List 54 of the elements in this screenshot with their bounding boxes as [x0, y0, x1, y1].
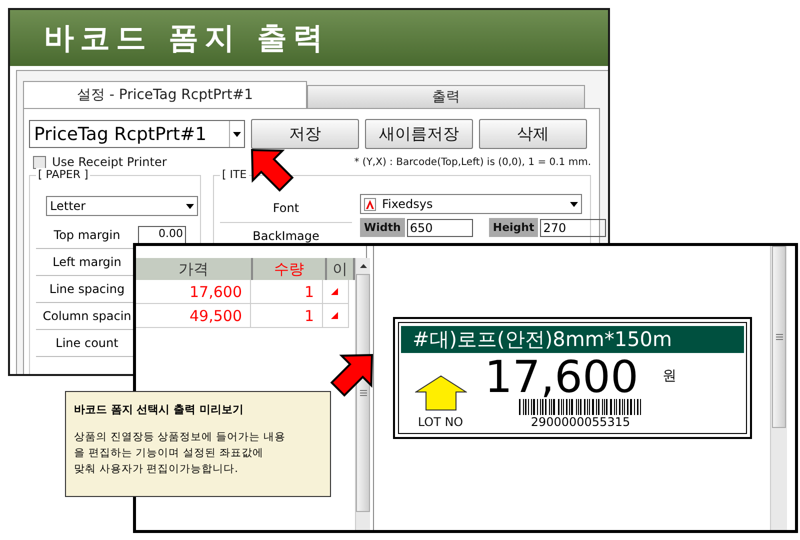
scrollbar[interactable] — [770, 246, 787, 530]
paper-select[interactable]: Letter — [46, 196, 198, 216]
scrollbar[interactable] — [355, 258, 370, 530]
toolbar-button[interactable]: 삭제 — [479, 119, 587, 149]
select-value: Letter — [50, 199, 86, 213]
field-label: Line count — [54, 336, 120, 350]
checkbox[interactable] — [33, 156, 46, 168]
window-title: 바코드 폼지 출력 — [44, 20, 329, 58]
caret-icon — [186, 204, 194, 208]
select-value: Fixedsys — [382, 197, 433, 211]
caret-icon — [233, 132, 241, 136]
arrow-icon — [251, 149, 294, 192]
grip-icon — [776, 334, 782, 340]
lot-label: LOT NO — [418, 415, 464, 429]
up-icon — [360, 264, 366, 268]
column-header: 가격 — [136, 258, 253, 280]
group-title: [ ITE — [220, 168, 249, 181]
table-cell: 1 — [251, 280, 323, 304]
field-label: Column spacin — [42, 309, 132, 323]
tooltip-text: 상품의 진열장등 상품정보에 들어가는 내용 을 편집하는 기능이며 설정된 좌표값에 맞춰 사용자가 편집이가능합니다. — [74, 430, 286, 477]
group-title: [ PAPER ] — [36, 168, 90, 181]
price: 17,600 — [484, 357, 638, 399]
field-label: Left margin — [52, 255, 122, 269]
scroll-thumb[interactable] — [772, 246, 786, 428]
caret-icon — [570, 202, 578, 206]
table-cell: 49,500 — [136, 304, 251, 328]
grip-icon — [360, 390, 366, 396]
toolbar-button[interactable]: 저장 — [251, 119, 359, 149]
field-label: Width — [360, 218, 405, 237]
coordinate-note: * (Y,X) : Barcode(Top,Left) is (0,0), 1 = 0.1 mm. — [354, 156, 591, 168]
tag-title: #대)로프(안전)8mm*150m — [400, 326, 744, 353]
profile-select[interactable]: PriceTag RcptPrt#1 — [29, 120, 245, 148]
input-field[interactable]: 270 — [540, 218, 606, 236]
field-label: Height — [488, 218, 538, 237]
currency: 원 — [662, 367, 676, 385]
table-cell: 17,600 — [136, 280, 251, 304]
field-label: Top margin — [52, 228, 122, 242]
select-value: PriceTag RcptPrt#1 — [34, 124, 207, 144]
barcode-number: 2900000055315 — [530, 415, 630, 429]
column-header: 수량 — [253, 258, 327, 280]
arrow-icon — [330, 354, 373, 397]
field-label: Font — [220, 194, 352, 223]
column-header: 이 — [327, 258, 355, 280]
table-cell: 1 — [251, 304, 323, 328]
checkbox-label: Use Receipt Printer — [52, 155, 167, 169]
field-label: Line spacing — [48, 282, 126, 296]
font-icon — [364, 198, 376, 210]
tab[interactable]: 출력 — [307, 85, 585, 108]
up-arrow-icon — [414, 375, 466, 411]
toolbar-button[interactable]: 새이름저장 — [365, 119, 473, 149]
font-select[interactable]: Fixedsys — [360, 194, 582, 214]
input-field[interactable]: 650 — [406, 218, 473, 236]
tab[interactable]: 설정 - PriceTag RcptPrt#1 — [23, 81, 307, 108]
tooltip-title: 바코드 폼지 선택시 출력 미리보기 — [74, 402, 244, 417]
